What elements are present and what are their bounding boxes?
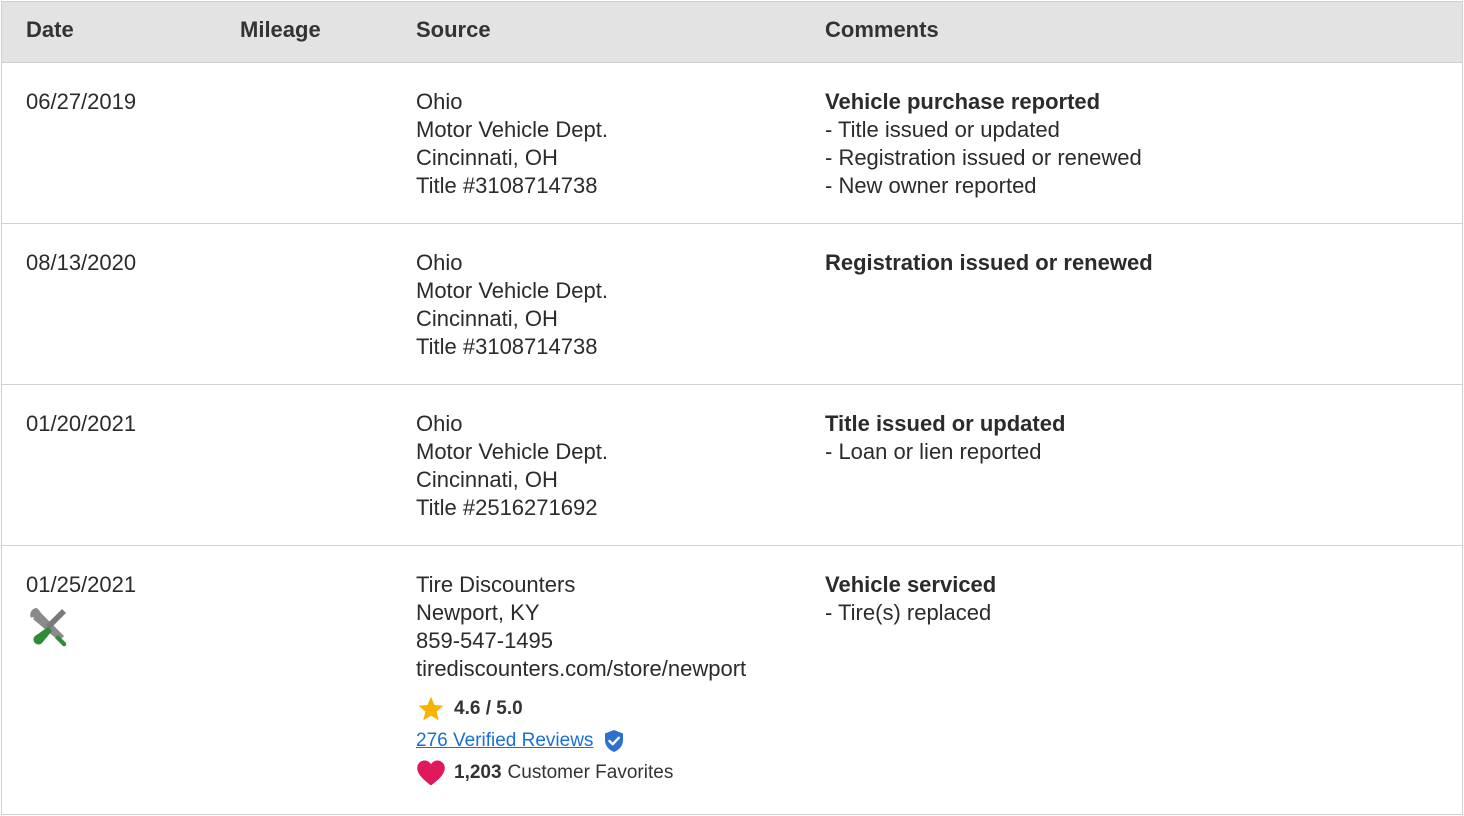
verified-reviews-link[interactable]: 276 Verified Reviews [416,729,593,753]
heart-icon [417,760,445,786]
row-source: Ohio Motor Vehicle Dept. Cincinnati, OH … [416,410,608,522]
source-line: Newport, KY [416,600,540,625]
service-tools-icon [30,608,67,647]
source-line: Ohio [416,411,463,436]
shop-rating: 4.6 / 5.0 276 Verified Reviews 1,203 Cus… [416,695,746,787]
row-date: 01/25/2021 [26,572,137,597]
comment-item: - Loan or lien reported [825,439,1042,464]
source-line: Cincinnati, OH [416,145,558,170]
header-date: Date [26,17,74,42]
comment-item: - New owner reported [825,173,1037,198]
favorites-label: Customer Favorites [507,762,674,783]
source-line: tirediscounters.com/store/newport [416,656,747,681]
source-line: 859-547-1495 [416,628,554,653]
row-date: 01/20/2021 [26,411,137,436]
comment-item: - Tire(s) replaced [825,600,992,625]
row-comments: Vehicle purchase reported - Title issued… [825,88,1142,200]
row-source: Ohio Motor Vehicle Dept. Cincinnati, OH … [416,88,608,200]
star-icon [418,696,444,721]
header-source: Source [416,17,491,42]
row-comments: Title issued or updated - Loan or lien r… [825,410,1065,466]
comment-title: Vehicle serviced [825,572,997,597]
comment-item: - Title issued or updated [825,117,1060,142]
row-date: 08/13/2020 [26,250,137,275]
row-source: Ohio Motor Vehicle Dept. Cincinnati, OH … [416,249,608,361]
row-date: 06/27/2019 [26,89,137,114]
source-line: Ohio [416,250,463,275]
rating-value: 4.6 / 5.0 [454,698,523,719]
source-line: Title #3108714738 [416,173,598,198]
source-line: Ohio [416,89,463,114]
favorites-count: 1,203 [454,762,502,783]
comment-title: Title issued or updated [825,411,1066,436]
favorites-row: 1,203 Customer Favorites [416,759,746,787]
source-line: Motor Vehicle Dept. [416,439,608,464]
source-line: Motor Vehicle Dept. [416,278,608,303]
header-comments: Comments [825,17,939,42]
table-row: 01/25/2021 Tire Discounters Newport, KY … [2,546,1462,814]
source-line: Cincinnati, OH [416,306,558,331]
rating-score: 4.6 / 5.0 [416,695,746,723]
row-comments: Vehicle serviced - Tire(s) replaced [825,571,996,627]
source-line: Tire Discounters [416,572,576,597]
source-line: Title #2516271692 [416,495,598,520]
comment-title: Vehicle purchase reported [825,89,1101,114]
row-comments: Registration issued or renewed [825,249,1153,277]
header-mileage: Mileage [240,17,321,42]
source-line: Title #3108714738 [416,334,598,359]
table-row: 08/13/2020 Ohio Motor Vehicle Dept. Cinc… [2,224,1462,385]
table-row: 06/27/2019 Ohio Motor Vehicle Dept. Cinc… [2,63,1462,224]
comment-title: Registration issued or renewed [825,250,1153,275]
comment-item: - Registration issued or renewed [825,145,1142,170]
row-source: Tire Discounters Newport, KY 859-547-149… [416,571,746,793]
source-line: Cincinnati, OH [416,467,558,492]
source-line: Motor Vehicle Dept. [416,117,608,142]
table-row: 01/20/2021 Ohio Motor Vehicle Dept. Cinc… [2,385,1462,546]
verified-badge-icon [605,730,624,752]
row-date-cell: 01/25/2021 [26,571,136,649]
vehicle-history-table: Date Mileage Source Comments 06/27/2019 … [1,1,1463,815]
reviews-row: 276 Verified Reviews [416,729,746,753]
table-header: Date Mileage Source Comments [2,2,1462,63]
